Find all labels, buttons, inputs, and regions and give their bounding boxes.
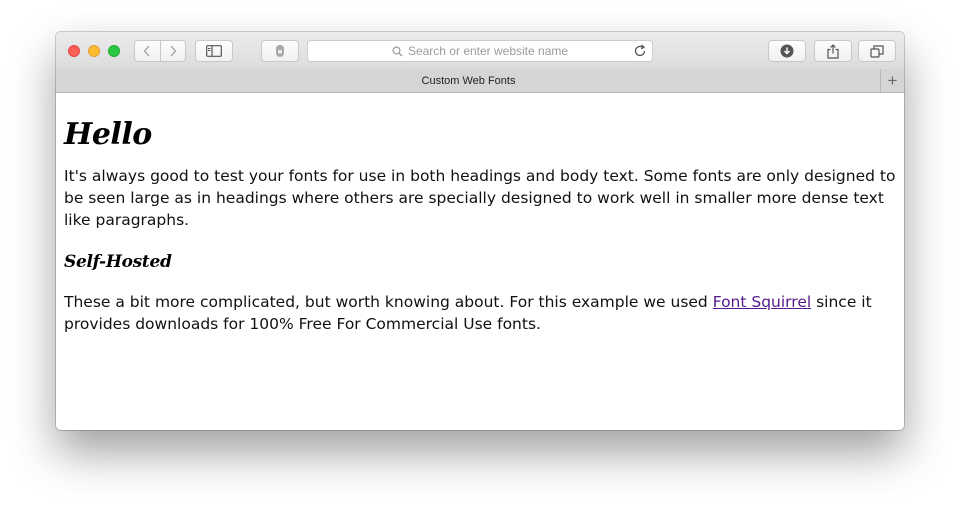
address-bar[interactable]: Search or enter website name (307, 40, 653, 62)
tab-overview-button[interactable] (858, 40, 896, 62)
share-icon (827, 43, 839, 59)
reload-icon[interactable] (633, 44, 647, 58)
privacy-shield-icon (276, 45, 284, 57)
address-placeholder: Search or enter website name (407, 44, 569, 58)
close-window-button[interactable] (68, 45, 80, 57)
zoom-window-button[interactable] (108, 45, 120, 57)
paragraph-intro: It's always good to test your fonts for … (64, 167, 896, 229)
chevron-left-icon (143, 45, 150, 57)
back-button[interactable] (135, 41, 160, 61)
minimize-window-button[interactable] (88, 45, 100, 57)
plus-icon: + (887, 71, 898, 90)
downloads-button[interactable] (768, 40, 806, 62)
share-button[interactable] (814, 40, 852, 62)
paragraph-self-hosted: These a bit more complicated, but worth … (64, 291, 896, 335)
tab-overview-icon (870, 44, 884, 58)
paragraph-text-before-link: These a bit more complicated, but worth … (64, 293, 713, 311)
tab-custom-web-fonts[interactable]: Custom Web Fonts (56, 69, 881, 92)
sidebar-button[interactable] (195, 40, 233, 62)
download-icon (780, 44, 794, 58)
browser-toolbar: Search or enter website name (56, 32, 904, 70)
new-tab-button[interactable]: + (880, 69, 904, 92)
search-icon (392, 45, 403, 56)
font-squirrel-link[interactable]: Font Squirrel (713, 293, 811, 311)
sidebar-icon (206, 45, 222, 57)
tab-bar: Custom Web Fonts + (56, 69, 904, 93)
privacy-button[interactable] (261, 40, 299, 62)
forward-button[interactable] (159, 41, 186, 61)
page-content: Hello It's always good to test your font… (56, 93, 904, 430)
chevron-right-icon (170, 45, 177, 57)
page-heading: Hello (64, 117, 152, 152)
section-heading: Self-Hosted (64, 252, 172, 272)
navigation-buttons (134, 40, 186, 62)
browser-window: Search or enter website name Custom Web … (56, 32, 904, 430)
tab-title: Custom Web Fonts (421, 74, 516, 87)
